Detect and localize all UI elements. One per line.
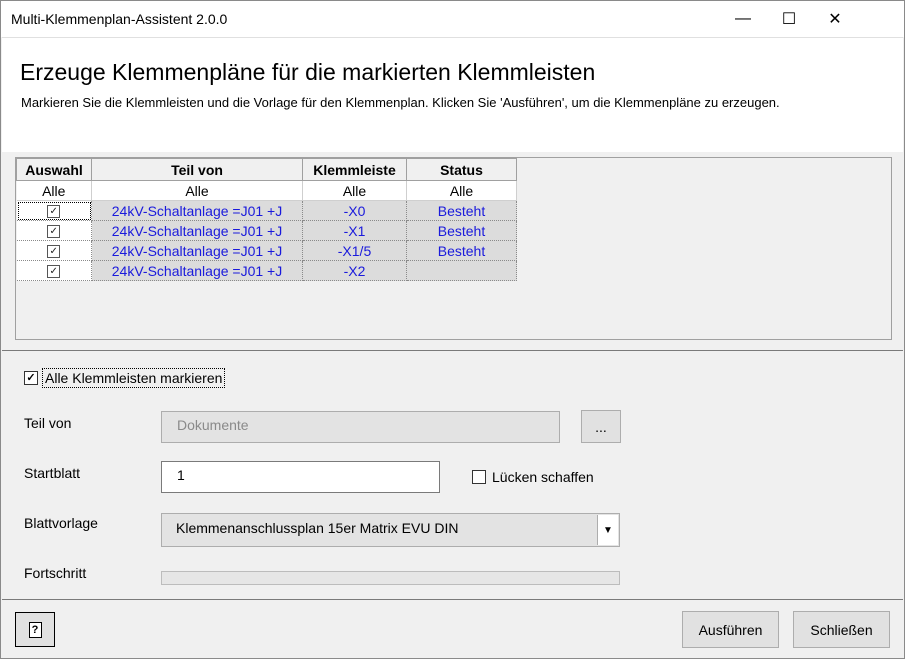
cell-klemmleiste: -X2 (302, 260, 407, 281)
close-icon: ✕ (828, 11, 842, 28)
startblatt-label: Startblatt (24, 465, 81, 481)
checkbox-checked-icon[interactable]: ✓ (24, 371, 38, 385)
page-title: Erzeuge Klemmenpläne für die markierten … (20, 59, 596, 85)
minimize-icon: — (735, 10, 751, 27)
checkbox-checked-icon[interactable]: ✓ (47, 225, 61, 239)
window-title: Multi-Klemmenplan-Assistent 2.0.0 (11, 11, 228, 27)
column-header-auswahl[interactable]: Auswahl (16, 158, 92, 181)
dropdown-button[interactable]: ▼ (597, 515, 618, 545)
cell-klemmleiste: -X1 (302, 220, 407, 241)
row-checkbox-cell[interactable]: ✓ (16, 260, 92, 281)
title-bar: Multi-Klemmenplan-Assistent 2.0.0 — ☐ ✕ (1, 1, 904, 37)
teil-von-label: Teil von (24, 415, 72, 431)
page-subtitle: Markieren Sie die Klemmleisten und die V… (21, 95, 780, 110)
blattvorlage-select[interactable]: Klemmenanschlussplan 15er Matrix EVU DIN… (161, 513, 620, 547)
header-panel: Erzeuge Klemmenpläne für die markierten … (2, 37, 903, 152)
cell-teil-von: 24kV-Schaltanlage =J01 +J (91, 240, 303, 261)
grid-table: Auswahl Teil von Klemmleiste Status Alle… (16, 158, 517, 281)
browse-button-label: ... (595, 418, 607, 435)
blattvorlage-value: Klemmenanschlussplan 15er Matrix EVU DIN (176, 520, 459, 536)
cell-teil-von: 24kV-Schaltanlage =J01 +J (91, 220, 303, 241)
minimize-button[interactable]: — (720, 1, 766, 37)
cell-status (406, 260, 517, 281)
maximize-icon: ☐ (781, 11, 797, 28)
table-row[interactable]: ✓ 24kV-Schaltanlage =J01 +J -X1/5 Besteh… (16, 240, 517, 261)
luecken-label[interactable]: Lücken schaffen (492, 469, 594, 485)
column-header-klemmleiste[interactable]: Klemmleiste (302, 158, 407, 181)
table-row[interactable]: ✓ 24kV-Schaltanlage =J01 +J -X0 Besteht (16, 200, 517, 221)
close-window-button[interactable]: ✕ (812, 1, 858, 37)
startblatt-input[interactable]: 1 (161, 461, 440, 493)
fortschritt-label: Fortschritt (24, 565, 87, 581)
footer-divider (2, 599, 903, 600)
cell-status: Besteht (406, 220, 517, 241)
browse-button[interactable]: ... (581, 410, 621, 443)
cell-klemmleiste: -X1/5 (302, 240, 407, 261)
startblatt-value: 1 (177, 467, 185, 483)
teil-von-placeholder: Dokumente (177, 417, 249, 433)
cell-teil-von: 24kV-Schaltanlage =J01 +J (91, 260, 303, 281)
help-button[interactable]: ? (15, 612, 55, 647)
row-checkbox-cell[interactable]: ✓ (16, 240, 92, 261)
mark-all-checkbox[interactable]: ✓ Alle Klemmleisten markieren (24, 368, 226, 388)
luecken-checkbox[interactable]: Lücken schaffen (472, 469, 594, 485)
run-button[interactable]: Ausführen (682, 611, 779, 648)
blattvorlage-label: Blattvorlage (24, 515, 98, 531)
maximize-button[interactable]: ☐ (766, 1, 812, 37)
cell-klemmleiste: -X0 (302, 200, 407, 221)
chevron-down-icon: ▼ (603, 524, 613, 536)
filter-row: Alle Alle Alle Alle (16, 180, 517, 201)
filter-status[interactable]: Alle (406, 180, 517, 201)
mark-all-label[interactable]: Alle Klemmleisten markieren (42, 368, 226, 388)
grid-header-row: Auswahl Teil von Klemmleiste Status (16, 158, 517, 181)
checkbox-checked-icon[interactable]: ✓ (47, 205, 61, 219)
help-icon: ? (28, 621, 42, 638)
row-checkbox-cell[interactable]: ✓ (16, 220, 92, 241)
terminal-strip-grid: Auswahl Teil von Klemmleiste Status Alle… (15, 157, 892, 340)
table-row[interactable]: ✓ 24kV-Schaltanlage =J01 +J -X1 Besteht (16, 220, 517, 241)
checkbox-unchecked-icon[interactable] (472, 470, 486, 484)
checkbox-checked-icon[interactable]: ✓ (47, 265, 61, 279)
filter-teil-von[interactable]: Alle (91, 180, 303, 201)
dialog-window: Multi-Klemmenplan-Assistent 2.0.0 — ☐ ✕ … (0, 0, 905, 659)
table-row[interactable]: ✓ 24kV-Schaltanlage =J01 +J -X2 (16, 260, 517, 281)
column-header-teil-von[interactable]: Teil von (91, 158, 303, 181)
teil-von-field: Dokumente (161, 411, 560, 443)
progress-bar (161, 571, 620, 585)
filter-klemmleiste[interactable]: Alle (302, 180, 407, 201)
cell-status: Besteht (406, 240, 517, 261)
close-button-label: Schließen (810, 621, 873, 638)
run-button-label: Ausführen (698, 621, 763, 638)
cell-status: Besteht (406, 200, 517, 221)
column-header-status[interactable]: Status (406, 158, 517, 181)
filter-auswahl[interactable]: Alle (16, 180, 92, 201)
checkbox-checked-icon[interactable]: ✓ (47, 245, 61, 259)
close-button[interactable]: Schließen (793, 611, 890, 648)
row-checkbox-cell[interactable]: ✓ (16, 200, 92, 221)
section-divider (2, 350, 903, 351)
cell-teil-von: 24kV-Schaltanlage =J01 +J (91, 200, 303, 221)
